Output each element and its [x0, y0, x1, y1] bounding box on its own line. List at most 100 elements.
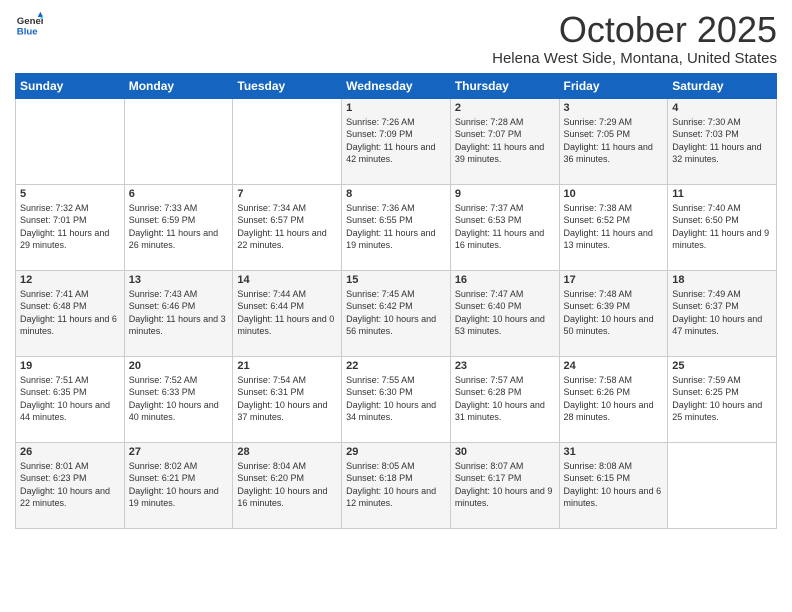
day-info: Sunrise: 8:02 AM Sunset: 6:21 PM Dayligh… [129, 460, 229, 510]
day-number: 3 [564, 102, 664, 114]
table-row: 25 Sunrise: 7:59 AM Sunset: 6:25 PM Dayli… [668, 356, 777, 442]
svg-text:Blue: Blue [17, 27, 38, 38]
col-thursday: Thursday [450, 73, 559, 98]
day-info: Sunrise: 7:55 AM Sunset: 6:30 PM Dayligh… [346, 374, 446, 424]
day-number: 12 [20, 274, 120, 286]
table-row: 21Sunrise: 7:54 AM Sunset: 6:31 PM Dayli… [233, 356, 342, 442]
day-info: Sunrise: 7:40 AM Sunset: 6:50 PM Dayligh… [672, 202, 772, 252]
title-block: October 2025 Helena West Side, Montana, … [492, 10, 777, 67]
day-number: 26 [20, 446, 120, 458]
calendar-week-4: 19 Sunrise: 7:51 AM Sunset: 6:35 PM Dayli… [16, 356, 777, 442]
table-row: 29 Sunrise: 8:05 AM Sunset: 6:18 PM Dayli… [342, 442, 451, 528]
svg-text:General: General [17, 16, 43, 27]
table-row: 1Sunrise: 7:26 AM Sunset: 7:09 PM Daylig… [342, 98, 451, 184]
calendar-week-2: 5Sunrise: 7:32 AM Sunset: 7:01 PM Daylig… [16, 184, 777, 270]
day-number: 14 [237, 274, 337, 286]
day-info: Sunrise: 7:52 AM Sunset: 6:33 PM Dayligh… [129, 374, 229, 424]
day-info: Sunrise: 7:28 AM Sunset: 7:07 PM Dayligh… [455, 116, 555, 166]
day-number: 18 [672, 274, 772, 286]
table-row: 31 Sunrise: 8:08 AM Sunset: 6:15 PM Dayli… [559, 442, 668, 528]
table-row [124, 98, 233, 184]
day-number: 9 [455, 188, 555, 200]
col-wednesday: Wednesday [342, 73, 451, 98]
table-row: 18 Sunrise: 7:49 AM Sunset: 6:37 PM Dayli… [668, 270, 777, 356]
day-info: Sunrise: 8:05 AM Sunset: 6:18 PM Dayligh… [346, 460, 446, 510]
day-number: 4 [672, 102, 772, 114]
day-info: Sunrise: 7:58 AM Sunset: 6:26 PM Dayligh… [564, 374, 664, 424]
col-saturday: Saturday [668, 73, 777, 98]
table-row: 30 Sunrise: 8:07 AM Sunset: 6:17 PM Dayli… [450, 442, 559, 528]
day-info: Sunrise: 7:59 AM Sunset: 6:25 PM Dayligh… [672, 374, 772, 424]
table-row: 16Sunrise: 7:47 AM Sunset: 6:40 PM Dayli… [450, 270, 559, 356]
day-number: 7 [237, 188, 337, 200]
table-row [233, 98, 342, 184]
day-number: 20 [129, 360, 229, 372]
location-title: Helena West Side, Montana, United States [492, 50, 777, 67]
day-number: 23 [455, 360, 555, 372]
day-info: Sunrise: 7:51 AM Sunset: 6:35 PM Dayligh… [20, 374, 120, 424]
day-number: 8 [346, 188, 446, 200]
table-row [16, 98, 125, 184]
table-row: 3 Sunrise: 7:29 AM Sunset: 7:05 PM Daylig… [559, 98, 668, 184]
day-info: Sunrise: 7:49 AM Sunset: 6:37 PM Dayligh… [672, 288, 772, 338]
table-row: 4 Sunrise: 7:30 AM Sunset: 7:03 PM Daylig… [668, 98, 777, 184]
day-number: 17 [564, 274, 664, 286]
day-info: Sunrise: 7:34 AM Sunset: 6:57 PM Dayligh… [237, 202, 337, 252]
day-info: Sunrise: 7:37 AM Sunset: 6:53 PM Dayligh… [455, 202, 555, 252]
day-info: Sunrise: 7:36 AM Sunset: 6:55 PM Dayligh… [346, 202, 446, 252]
table-row: 27 Sunrise: 8:02 AM Sunset: 6:21 PM Dayli… [124, 442, 233, 528]
table-row: 8 Sunrise: 7:36 AM Sunset: 6:55 PM Daylig… [342, 184, 451, 270]
table-row: 6Sunrise: 7:33 AM Sunset: 6:59 PM Daylig… [124, 184, 233, 270]
day-info: Sunrise: 7:29 AM Sunset: 7:05 PM Dayligh… [564, 116, 664, 166]
day-number: 30 [455, 446, 555, 458]
day-info: Sunrise: 8:08 AM Sunset: 6:15 PM Dayligh… [564, 460, 664, 510]
day-number: 1 [346, 102, 446, 114]
day-number: 29 [346, 446, 446, 458]
day-info: Sunrise: 7:54 AM Sunset: 6:31 PM Dayligh… [237, 374, 337, 424]
table-row: 22Sunrise: 7:55 AM Sunset: 6:30 PM Dayli… [342, 356, 451, 442]
col-tuesday: Tuesday [233, 73, 342, 98]
col-monday: Monday [124, 73, 233, 98]
month-title: October 2025 [492, 10, 777, 50]
day-number: 31 [564, 446, 664, 458]
day-info: Sunrise: 7:48 AM Sunset: 6:39 PM Dayligh… [564, 288, 664, 338]
table-row: 14Sunrise: 7:44 AM Sunset: 6:44 PM Dayli… [233, 270, 342, 356]
day-info: Sunrise: 7:30 AM Sunset: 7:03 PM Dayligh… [672, 116, 772, 166]
day-number: 13 [129, 274, 229, 286]
day-info: Sunrise: 7:38 AM Sunset: 6:52 PM Dayligh… [564, 202, 664, 252]
day-number: 2 [455, 102, 555, 114]
day-number: 27 [129, 446, 229, 458]
table-row: 5Sunrise: 7:32 AM Sunset: 7:01 PM Daylig… [16, 184, 125, 270]
day-number: 25 [672, 360, 772, 372]
logo: General Blue [15, 10, 43, 38]
day-info: Sunrise: 7:32 AM Sunset: 7:01 PM Dayligh… [20, 202, 120, 252]
day-info: Sunrise: 7:33 AM Sunset: 6:59 PM Dayligh… [129, 202, 229, 252]
day-info: Sunrise: 7:41 AM Sunset: 6:48 PM Dayligh… [20, 288, 120, 338]
day-number: 28 [237, 446, 337, 458]
calendar-week-3: 12 Sunrise: 7:41 AM Sunset: 6:48 PM Dayli… [16, 270, 777, 356]
table-row: 7 Sunrise: 7:34 AM Sunset: 6:57 PM Daylig… [233, 184, 342, 270]
table-row: 24Sunrise: 7:58 AM Sunset: 6:26 PM Dayli… [559, 356, 668, 442]
table-row: 15 Sunrise: 7:45 AM Sunset: 6:42 PM Dayli… [342, 270, 451, 356]
col-friday: Friday [559, 73, 668, 98]
table-row: 17 Sunrise: 7:48 AM Sunset: 6:39 PM Dayli… [559, 270, 668, 356]
day-number: 11 [672, 188, 772, 200]
day-info: Sunrise: 7:43 AM Sunset: 6:46 PM Dayligh… [129, 288, 229, 338]
table-row: 10Sunrise: 7:38 AM Sunset: 6:52 PM Dayli… [559, 184, 668, 270]
day-info: Sunrise: 8:07 AM Sunset: 6:17 PM Dayligh… [455, 460, 555, 510]
table-row [668, 442, 777, 528]
day-number: 16 [455, 274, 555, 286]
table-row: 2 Sunrise: 7:28 AM Sunset: 7:07 PM Daylig… [450, 98, 559, 184]
day-number: 19 [20, 360, 120, 372]
calendar-week-5: 26Sunrise: 8:01 AM Sunset: 6:23 PM Dayli… [16, 442, 777, 528]
day-info: Sunrise: 7:45 AM Sunset: 6:42 PM Dayligh… [346, 288, 446, 338]
table-row: 9 Sunrise: 7:37 AM Sunset: 6:53 PM Daylig… [450, 184, 559, 270]
table-row: 12 Sunrise: 7:41 AM Sunset: 6:48 PM Dayli… [16, 270, 125, 356]
table-row: 19 Sunrise: 7:51 AM Sunset: 6:35 PM Dayli… [16, 356, 125, 442]
day-number: 15 [346, 274, 446, 286]
table-row: 11 Sunrise: 7:40 AM Sunset: 6:50 PM Dayli… [668, 184, 777, 270]
day-info: Sunrise: 8:04 AM Sunset: 6:20 PM Dayligh… [237, 460, 337, 510]
table-row: 20 Sunrise: 7:52 AM Sunset: 6:33 PM Dayli… [124, 356, 233, 442]
table-row: 13 Sunrise: 7:43 AM Sunset: 6:46 PM Dayli… [124, 270, 233, 356]
header-row: Sunday Monday Tuesday Wednesday Thursday… [16, 73, 777, 98]
